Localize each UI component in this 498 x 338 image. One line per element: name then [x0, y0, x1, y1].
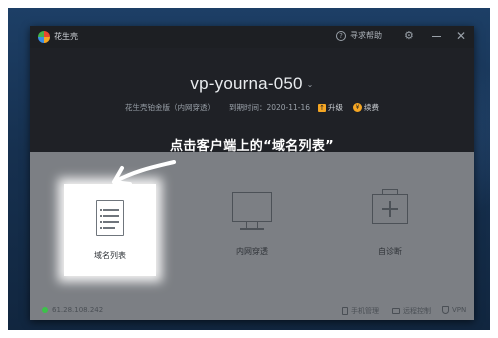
- self-diagnosis-label: 自诊断: [378, 247, 402, 256]
- close-icon[interactable]: ✕: [456, 29, 466, 43]
- remote-control-button[interactable]: 远程控制: [392, 306, 431, 316]
- chevron-down-icon[interactable]: ⌄: [307, 80, 314, 89]
- online-status-icon: [42, 307, 48, 313]
- ip-address: 61.28.108.242: [52, 306, 104, 314]
- account-name-suffix: rna-050: [242, 74, 303, 93]
- tutorial-instruction: 点击客户端上的“域名列表”: [170, 139, 334, 154]
- renew-label: 续费: [364, 103, 380, 112]
- shield-icon: [442, 306, 449, 314]
- account-meta: 花生壳铂金版（内网穿透） 到期时间：2020-11-16 ↑ 升级 ¥ 续费: [30, 102, 474, 113]
- gear-icon[interactable]: ⚙: [404, 29, 414, 43]
- intranet-penetration-label: 内网穿透: [236, 247, 268, 256]
- help-icon: ?: [336, 30, 346, 41]
- help-label: 寻求帮助: [350, 31, 382, 40]
- intranet-penetration-button[interactable]: 内网穿透: [210, 186, 294, 270]
- help-button[interactable]: ? 寻求帮助: [336, 30, 382, 41]
- app-window: 花生壳 ? 寻求帮助 ⚙ ✕ vp-yourna-050 ⌄ 花生壳铂金版（内网穿…: [30, 26, 474, 320]
- upgrade-label: 升级: [328, 103, 344, 112]
- document-list-icon: [96, 200, 124, 236]
- renew-button[interactable]: ¥ 续费: [353, 102, 379, 113]
- domain-list-button[interactable]: 域名列表: [64, 184, 156, 276]
- self-diagnosis-button[interactable]: 自诊断: [348, 186, 432, 270]
- edition-label: 花生壳铂金版（内网穿透）: [124, 103, 215, 112]
- renew-icon: ¥: [353, 103, 363, 112]
- remote-control-label: 远程控制: [403, 307, 431, 315]
- domain-list-label: 域名列表: [94, 251, 126, 260]
- app-title: 花生壳: [54, 32, 78, 41]
- minimize-icon[interactable]: [432, 36, 441, 37]
- mobile-manage-label: 手机管理: [351, 307, 379, 315]
- expiry-label: 到期时间：2020-11-16: [228, 103, 311, 112]
- vpn-label: VPN: [452, 306, 467, 314]
- account-name-prefix: vp-you: [190, 74, 243, 93]
- status-bar: 61.28.108.242 手机管理 远程控制 VPN: [30, 302, 474, 320]
- phone-icon: [342, 307, 348, 315]
- monitor-icon: [232, 192, 272, 222]
- upgrade-icon: ↑: [318, 103, 327, 112]
- title-bar: 花生壳 ? 寻求帮助 ⚙ ✕: [30, 26, 474, 48]
- app-logo-icon: [38, 31, 50, 43]
- desktop-background: 花生壳 ? 寻求帮助 ⚙ ✕ vp-yourna-050 ⌄ 花生壳铂金版（内网穿…: [8, 8, 490, 330]
- upgrade-button[interactable]: ↑ 升级: [318, 102, 343, 113]
- account-name[interactable]: vp-yourna-050 ⌄: [30, 74, 474, 94]
- remote-screen-icon: [392, 308, 400, 314]
- vpn-button[interactable]: VPN: [442, 306, 466, 314]
- mobile-manage-button[interactable]: 手机管理: [342, 306, 379, 316]
